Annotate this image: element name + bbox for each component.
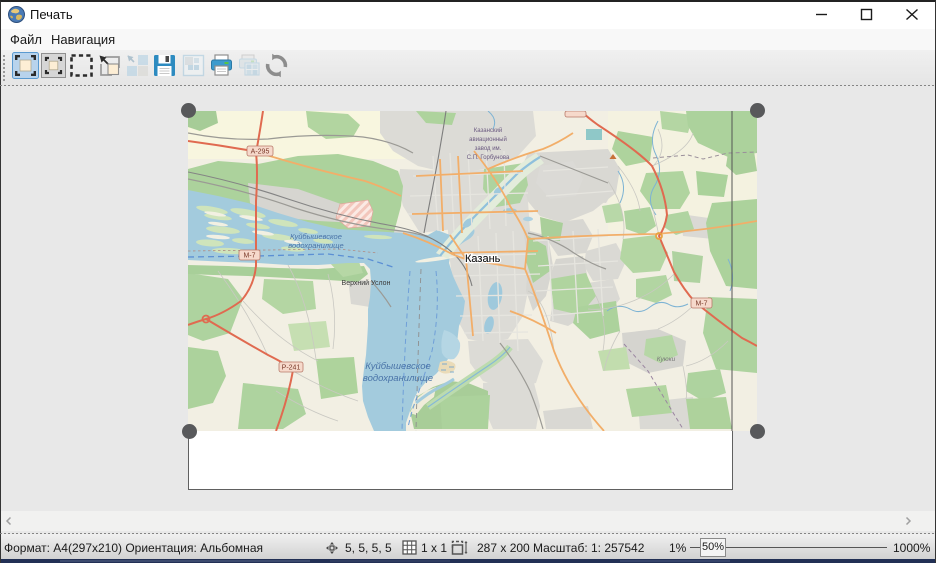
svg-text:М-7: М-7 bbox=[243, 253, 255, 260]
svg-text:Куйбышевское: Куйбышевское bbox=[365, 361, 431, 372]
svg-text:М-7: М-7 bbox=[695, 301, 707, 308]
svg-text:Верхний Услон: Верхний Услон bbox=[342, 279, 391, 287]
svg-text:завод им.: завод им. bbox=[475, 146, 502, 152]
svg-text:Р-241: Р-241 bbox=[282, 365, 301, 372]
svg-text:авиационный: авиационный bbox=[469, 136, 507, 143]
svg-text:Казанский: Казанский bbox=[474, 127, 503, 134]
svg-text:водохранилище: водохранилище bbox=[363, 373, 433, 384]
svg-text:водохранилище: водохранилище bbox=[288, 241, 343, 250]
svg-text:Казань: Казань bbox=[465, 253, 501, 265]
svg-text:С.П. Горбунова: С.П. Горбунова bbox=[467, 155, 510, 161]
svg-text:Куюки: Куюки bbox=[657, 356, 676, 363]
svg-text:А-295: А-295 bbox=[251, 149, 270, 156]
svg-text:Куйбышевское: Куйбышевское bbox=[290, 232, 342, 241]
